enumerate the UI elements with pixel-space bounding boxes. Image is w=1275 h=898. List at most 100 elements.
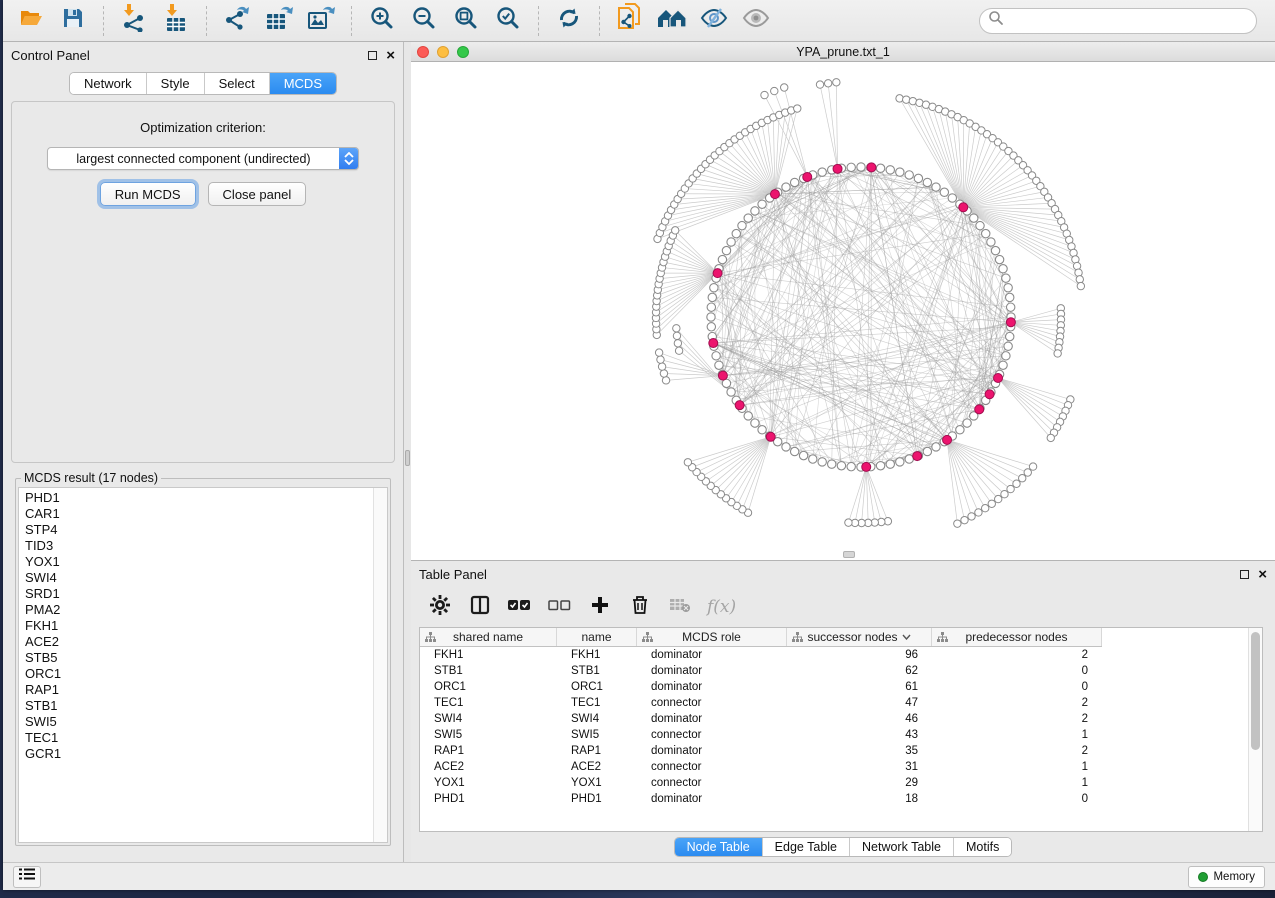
zoom-selected-icon: [495, 5, 521, 36]
table-cell: ACE2: [557, 761, 637, 773]
mcds-node-item[interactable]: SWI4: [25, 570, 373, 586]
float-panel-icon[interactable]: [1240, 570, 1249, 579]
mcds-node-item[interactable]: PHD1: [25, 490, 373, 506]
mcds-node-item[interactable]: PMA2: [25, 602, 373, 618]
select-all-columns-button[interactable]: [507, 594, 533, 620]
tab-node-table[interactable]: Node Table: [675, 838, 763, 856]
apply-layout-button[interactable]: [551, 5, 587, 37]
mcds-node-item[interactable]: ACE2: [25, 634, 373, 650]
table-row[interactable]: PHD1PHD1dominator180: [420, 791, 1248, 807]
table-cell: connector: [637, 729, 787, 741]
column-header-successor-nodes[interactable]: successor nodes: [787, 628, 932, 646]
run-mcds-button[interactable]: Run MCDS: [100, 182, 196, 206]
table-cell: dominator: [637, 649, 787, 661]
table-row[interactable]: ACE2ACE2connector311: [420, 759, 1248, 775]
table-scrollbar[interactable]: [1248, 628, 1262, 831]
create-column-button[interactable]: [587, 594, 613, 620]
zoom-out-button[interactable]: [406, 5, 442, 37]
table-cell: 46: [787, 713, 932, 725]
table-panel-title: Table Panel: [419, 567, 1240, 582]
mcds-node-item[interactable]: STP4: [25, 522, 373, 538]
table-row[interactable]: SWI4SWI4dominator462: [420, 711, 1248, 727]
import-network-button[interactable]: [116, 5, 152, 37]
mcds-list-scrollbar[interactable]: [373, 488, 387, 842]
close-panel-button[interactable]: Close panel: [208, 182, 307, 206]
hide-selected-button[interactable]: [696, 5, 732, 37]
mcds-result-list: PHD1CAR1STP4TID3YOX1SWI4SRD1PMA2FKH1ACE2…: [19, 488, 373, 842]
home-networks-button[interactable]: [654, 5, 690, 37]
column-header-shared-name[interactable]: shared name: [420, 628, 557, 646]
mcds-node-item[interactable]: STB5: [25, 650, 373, 666]
vertical-splitter[interactable]: [403, 42, 411, 862]
mcds-node-item[interactable]: ORC1: [25, 666, 373, 682]
column-header-name[interactable]: name: [557, 628, 637, 646]
mcds-node-item[interactable]: SRD1: [25, 586, 373, 602]
network-canvas[interactable]: [411, 62, 1275, 560]
table-settings-button[interactable]: [427, 594, 453, 620]
splitter-grip[interactable]: [405, 450, 410, 466]
toolbar-separator: [103, 6, 104, 36]
mcds-node-item[interactable]: RAP1: [25, 682, 373, 698]
export-table-button[interactable]: [261, 5, 297, 37]
import-table-button[interactable]: [158, 5, 194, 37]
deselect-all-columns-button[interactable]: [547, 594, 573, 620]
tab-style[interactable]: Style: [147, 73, 205, 94]
table-row[interactable]: RAP1RAP1dominator352: [420, 743, 1248, 759]
export-table-icon: [265, 4, 293, 37]
open-file-button[interactable]: [13, 5, 49, 37]
show-panels-button[interactable]: [13, 866, 41, 888]
mcds-node-item[interactable]: CAR1: [25, 506, 373, 522]
table-cell: 29: [787, 777, 932, 789]
table-cell: TEC1: [557, 697, 637, 709]
delete-table-button-disabled: [667, 594, 693, 620]
close-panel-icon[interactable]: ×: [1258, 567, 1267, 582]
optimization-criterion-dropdown[interactable]: largest connected component (undirected): [47, 147, 359, 170]
table-row[interactable]: STB1STB1dominator620: [420, 663, 1248, 679]
table-row[interactable]: FKH1FKH1dominator962: [420, 647, 1248, 663]
close-panel-icon[interactable]: ×: [386, 48, 395, 63]
zoom-fit-button[interactable]: [448, 5, 484, 37]
export-network-button[interactable]: [219, 5, 255, 37]
search-box[interactable]: [979, 8, 1257, 34]
table-scrollbar-thumb[interactable]: [1251, 632, 1260, 750]
column-header-MCDS-role[interactable]: MCDS role: [637, 628, 787, 646]
tab-select[interactable]: Select: [205, 73, 270, 94]
table-cell: ACE2: [420, 761, 557, 773]
mcds-node-item[interactable]: FKH1: [25, 618, 373, 634]
mcds-node-item[interactable]: TEC1: [25, 730, 373, 746]
tab-motifs[interactable]: Motifs: [954, 838, 1011, 856]
network-file-button[interactable]: [612, 5, 648, 37]
float-panel-icon[interactable]: [368, 51, 377, 60]
table-row[interactable]: TEC1TEC1connector472: [420, 695, 1248, 711]
export-image-button[interactable]: [303, 5, 339, 37]
show-hidden-button[interactable]: [738, 5, 774, 37]
table-cell: 61: [787, 681, 932, 693]
column-header-predecessor-nodes[interactable]: predecessor nodes: [932, 628, 1102, 646]
control-panel-header: Control Panel ×: [3, 42, 403, 68]
table-panel-header: Table Panel ×: [411, 561, 1275, 587]
mcds-result-title: MCDS result (17 nodes): [21, 471, 161, 485]
mcds-node-item[interactable]: GCR1: [25, 746, 373, 762]
delete-column-button[interactable]: [627, 594, 653, 620]
zoom-selected-button[interactable]: [490, 5, 526, 37]
table-row[interactable]: YOX1YOX1connector291: [420, 775, 1248, 791]
mcds-node-item[interactable]: STB1: [25, 698, 373, 714]
memory-button[interactable]: Memory: [1188, 866, 1265, 888]
search-input[interactable]: [1004, 14, 1248, 28]
zoom-in-button[interactable]: [364, 5, 400, 37]
table-row[interactable]: ORC1ORC1dominator610: [420, 679, 1248, 695]
tab-network[interactable]: Network: [70, 73, 147, 94]
mcds-node-item[interactable]: YOX1: [25, 554, 373, 570]
mcds-node-item[interactable]: SWI5: [25, 714, 373, 730]
tab-network-table[interactable]: Network Table: [850, 838, 954, 856]
save-session-button[interactable]: [55, 5, 91, 37]
horizontal-splitter-grip[interactable]: [843, 551, 855, 558]
mcds-node-item[interactable]: TID3: [25, 538, 373, 554]
table-cell: dominator: [637, 713, 787, 725]
network-titlebar[interactable]: YPA_prune.txt_1: [411, 42, 1275, 62]
toolbar-separator: [206, 6, 207, 36]
tab-edge-table[interactable]: Edge Table: [763, 838, 850, 856]
table-row[interactable]: SWI5SWI5connector431: [420, 727, 1248, 743]
tab-mcds[interactable]: MCDS: [270, 73, 336, 94]
show-columns-button[interactable]: [467, 594, 493, 620]
